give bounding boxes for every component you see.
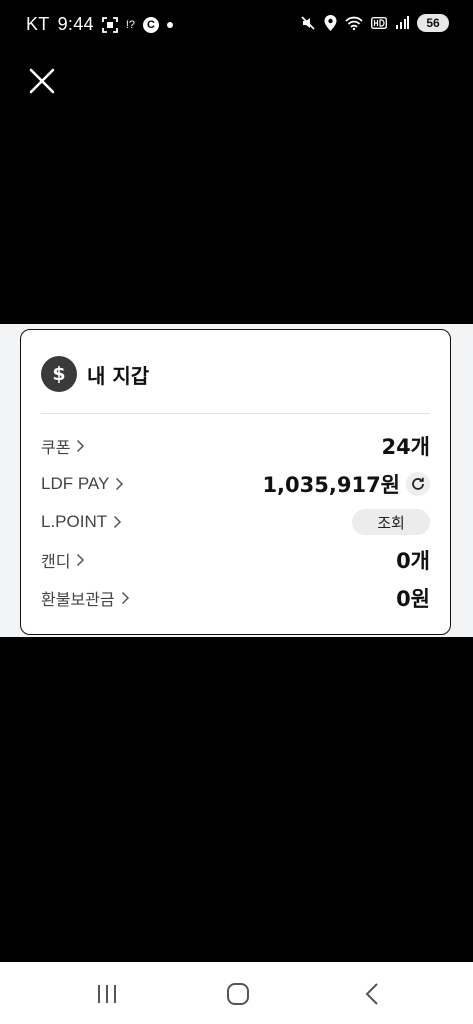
wifi-icon — [345, 16, 363, 30]
refresh-icon — [412, 477, 424, 490]
back-icon — [365, 983, 378, 1005]
alert-icon: !? — [125, 18, 136, 31]
refund-label: 환불보관금 — [41, 590, 115, 609]
lpoint-inquiry-button[interactable]: 조회 — [352, 509, 430, 535]
system-nav-bar — [0, 962, 473, 1024]
coupon-label: 쿠폰 — [41, 438, 71, 457]
dollar-icon: $ — [41, 356, 77, 392]
wallet-row-refund: 환불보관금 0원 — [41, 583, 430, 613]
refund-balance: 0원 — [396, 587, 430, 611]
status-bar: KT 9:44 !? C 56 — [0, 0, 473, 46]
candy-link[interactable]: 캔디 — [41, 548, 85, 572]
candy-count: 0개 — [396, 549, 430, 573]
refund-link[interactable]: 환불보관금 — [41, 586, 130, 610]
status-left: KT 9:44 !? C — [26, 14, 174, 35]
wallet-title: 내 지갑 — [87, 363, 150, 388]
chevron-right-icon — [76, 439, 85, 453]
chevron-right-icon — [121, 591, 130, 605]
wallet-row-coupon: 쿠폰 24개 — [41, 431, 430, 461]
refresh-button[interactable] — [406, 472, 430, 496]
chevron-right-icon — [76, 553, 85, 567]
home-icon — [227, 983, 249, 1005]
coupon-count: 24개 — [381, 435, 430, 459]
recent-apps-button[interactable] — [87, 980, 127, 1008]
ldf-pay-value-group: 1,035,917원 — [262, 469, 430, 499]
screenshot-icon — [101, 16, 118, 33]
candy-label: 캔디 — [41, 552, 71, 571]
lpoint-link[interactable]: L.POINT — [41, 512, 122, 532]
battery-indicator: 56 — [417, 14, 449, 32]
chevron-right-icon — [115, 477, 124, 491]
lpoint-label: L.POINT — [41, 512, 108, 531]
ldf-pay-label: LDF PAY — [41, 474, 110, 493]
signal-icon — [395, 16, 409, 30]
coupon-link[interactable]: 쿠폰 — [41, 434, 85, 458]
ldf-pay-link[interactable]: LDF PAY — [41, 474, 124, 494]
mute-icon — [300, 15, 316, 31]
c-badge-icon: C — [143, 16, 160, 33]
hd-icon — [371, 17, 387, 29]
wallet-header: $ 내 지갑 — [41, 356, 149, 392]
home-button[interactable] — [218, 980, 258, 1008]
wallet-row-candy: 캔디 0개 — [41, 545, 430, 575]
chevron-right-icon — [113, 515, 122, 529]
status-right: 56 — [300, 14, 449, 32]
clock: 9:44 — [57, 14, 94, 34]
dot-icon — [167, 21, 174, 28]
carrier-label: KT — [26, 14, 50, 34]
ldf-pay-balance: 1,035,917원 — [262, 473, 400, 497]
close-button[interactable] — [27, 66, 57, 96]
location-icon — [324, 15, 337, 31]
wallet-row-lpoint: L.POINT 조회 — [41, 507, 430, 537]
wallet-row-ldf-pay: LDF PAY 1,035,917원 — [41, 469, 430, 499]
divider — [41, 413, 430, 414]
wallet-card: $ 내 지갑 쿠폰 24개 LDF PAY 1,035,917원 L.POINT… — [20, 329, 451, 635]
back-button[interactable] — [352, 980, 392, 1008]
close-icon — [29, 68, 55, 94]
recent-apps-icon — [98, 985, 116, 1003]
